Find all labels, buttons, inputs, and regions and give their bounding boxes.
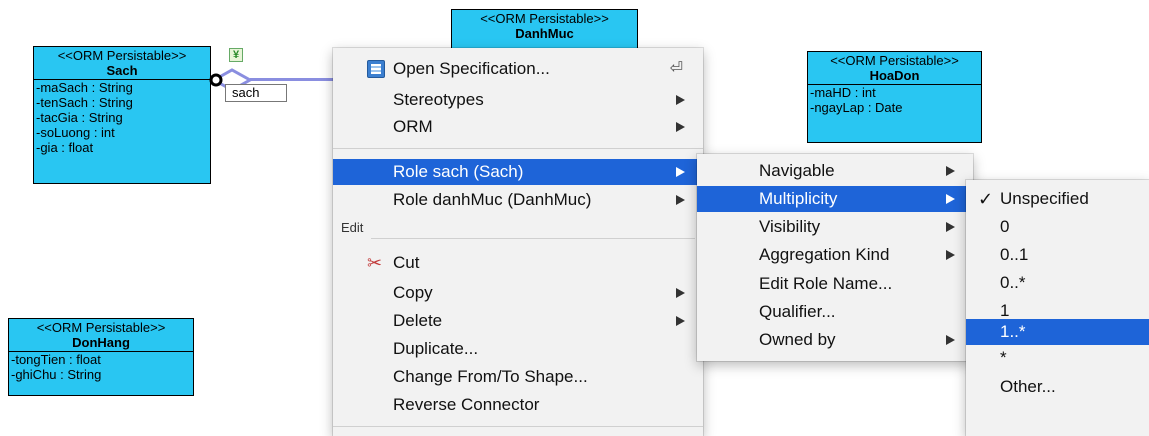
role-name-label[interactable]: sach (225, 84, 287, 102)
class-name: HoaDon (869, 68, 920, 83)
menu-item-mult-many[interactable]: * (966, 345, 1149, 371)
attribute[interactable]: -ngayLap : Date (808, 100, 981, 115)
class-header: <<ORM Persistable>> HoaDon (808, 52, 981, 85)
menu-item-visibility[interactable]: Visibility (697, 214, 973, 240)
menu-item-mult-0[interactable]: 0 (966, 214, 1149, 240)
attribute[interactable]: -gia : float (34, 140, 210, 155)
stereotype: <<ORM Persistable>> (36, 320, 166, 335)
submenu-arrow-icon (676, 316, 685, 326)
section-header-edit: Edit (341, 220, 364, 235)
class-sach[interactable]: <<ORM Persistable>> Sach -maSach : Strin… (33, 46, 211, 184)
separator (333, 426, 703, 427)
separator (371, 238, 695, 239)
class-name: Sach (106, 63, 138, 78)
context-menu: Open Specification... ⏎ Stereotypes ORM … (333, 48, 703, 436)
enter-icon: ⏎ (669, 60, 683, 77)
attribute[interactable]: -tongTien : float (9, 352, 193, 367)
menu-item-other[interactable]: Other... (966, 374, 1149, 400)
class-hoadon[interactable]: <<ORM Persistable>> HoaDon -maHD : int -… (807, 51, 982, 143)
separator (333, 148, 703, 149)
submenu-arrow-icon (676, 122, 685, 132)
scissors-icon: ✂ (367, 253, 383, 273)
menu-item-navigable[interactable]: Navigable (697, 158, 973, 184)
attribute[interactable]: -soLuong : int (34, 125, 210, 140)
submenu-arrow-icon (676, 195, 685, 205)
submenu-arrow-icon (946, 335, 955, 345)
submenu-arrow-icon (676, 167, 685, 177)
attribute[interactable]: -tacGia : String (34, 110, 210, 125)
menu-item-owned-by[interactable]: Owned by (697, 327, 973, 353)
menu-item-multiplicity[interactable]: Multiplicity (697, 186, 973, 212)
stereotype: <<ORM Persistable>> (480, 11, 609, 26)
submenu-arrow-icon (946, 166, 955, 176)
menu-item-role-danhmuc[interactable]: Role danhMuc (DanhMuc) (333, 187, 703, 213)
class-name: DanhMuc (515, 26, 574, 41)
menu-item-stereotypes[interactable]: Stereotypes (333, 87, 703, 113)
submenu-arrow-icon (946, 250, 955, 260)
stereotype: <<ORM Persistable>> (57, 48, 187, 63)
attribute[interactable]: -tenSach : String (34, 95, 210, 110)
menu-item-copy[interactable]: Copy (333, 280, 703, 306)
menu-item-duplicate[interactable]: Duplicate... (333, 336, 703, 362)
menu-item-edit-role-name[interactable]: Edit Role Name... (697, 271, 973, 297)
class-header: <<ORM Persistable>> Sach (34, 47, 210, 80)
association-connector[interactable] (250, 78, 340, 81)
menu-item-unspecified[interactable]: ✓ Unspecified (966, 186, 1149, 212)
specification-icon (367, 60, 385, 78)
menu-item-change-shape[interactable]: Change From/To Shape... (333, 364, 703, 390)
class-header: <<ORM Persistable>> DanhMuc (452, 10, 637, 42)
stereotype: <<ORM Persistable>> (830, 53, 959, 68)
submenu-arrow-icon (946, 222, 955, 232)
menu-item-role-sach[interactable]: Role sach (Sach) (333, 159, 703, 185)
submenu-arrow-icon (676, 95, 685, 105)
menu-item-reverse-connector[interactable]: Reverse Connector (333, 392, 703, 418)
menu-item-orm[interactable]: ORM (333, 114, 703, 140)
menu-item-delete[interactable]: Delete (333, 308, 703, 334)
menu-item-aggregation-kind[interactable]: Aggregation Kind (697, 242, 973, 268)
menu-item-qualifier[interactable]: Qualifier... (697, 299, 973, 325)
attribute[interactable]: -ghiChu : String (9, 367, 193, 382)
class-donhang[interactable]: <<ORM Persistable>> DonHang -tongTien : … (8, 318, 194, 396)
checkmark-icon: ✓ (978, 189, 994, 209)
menu-item-open-specification[interactable]: Open Specification... ⏎ (333, 56, 703, 82)
menu-item-cut[interactable]: ✂ Cut (333, 250, 703, 276)
menu-item-mult-0-many[interactable]: 0..* (966, 270, 1149, 296)
multiplicity-submenu: ✓ Unspecified 0 0..1 0..* 1 1..* * Other… (966, 180, 1149, 436)
role-submenu: Navigable Multiplicity Visibility Aggreg… (697, 154, 973, 361)
menu-item-mult-0-1[interactable]: 0..1 (966, 242, 1149, 268)
menu-item-mult-1-many[interactable]: 1..* (966, 319, 1149, 345)
pin-icon[interactable]: ¥ (229, 48, 243, 62)
class-name: DonHang (72, 335, 130, 350)
class-header: <<ORM Persistable>> DonHang (9, 319, 193, 352)
attribute[interactable]: -maHD : int (808, 85, 981, 100)
attribute[interactable]: -maSach : String (34, 80, 210, 95)
submenu-arrow-icon (676, 288, 685, 298)
submenu-arrow-icon (946, 194, 955, 204)
